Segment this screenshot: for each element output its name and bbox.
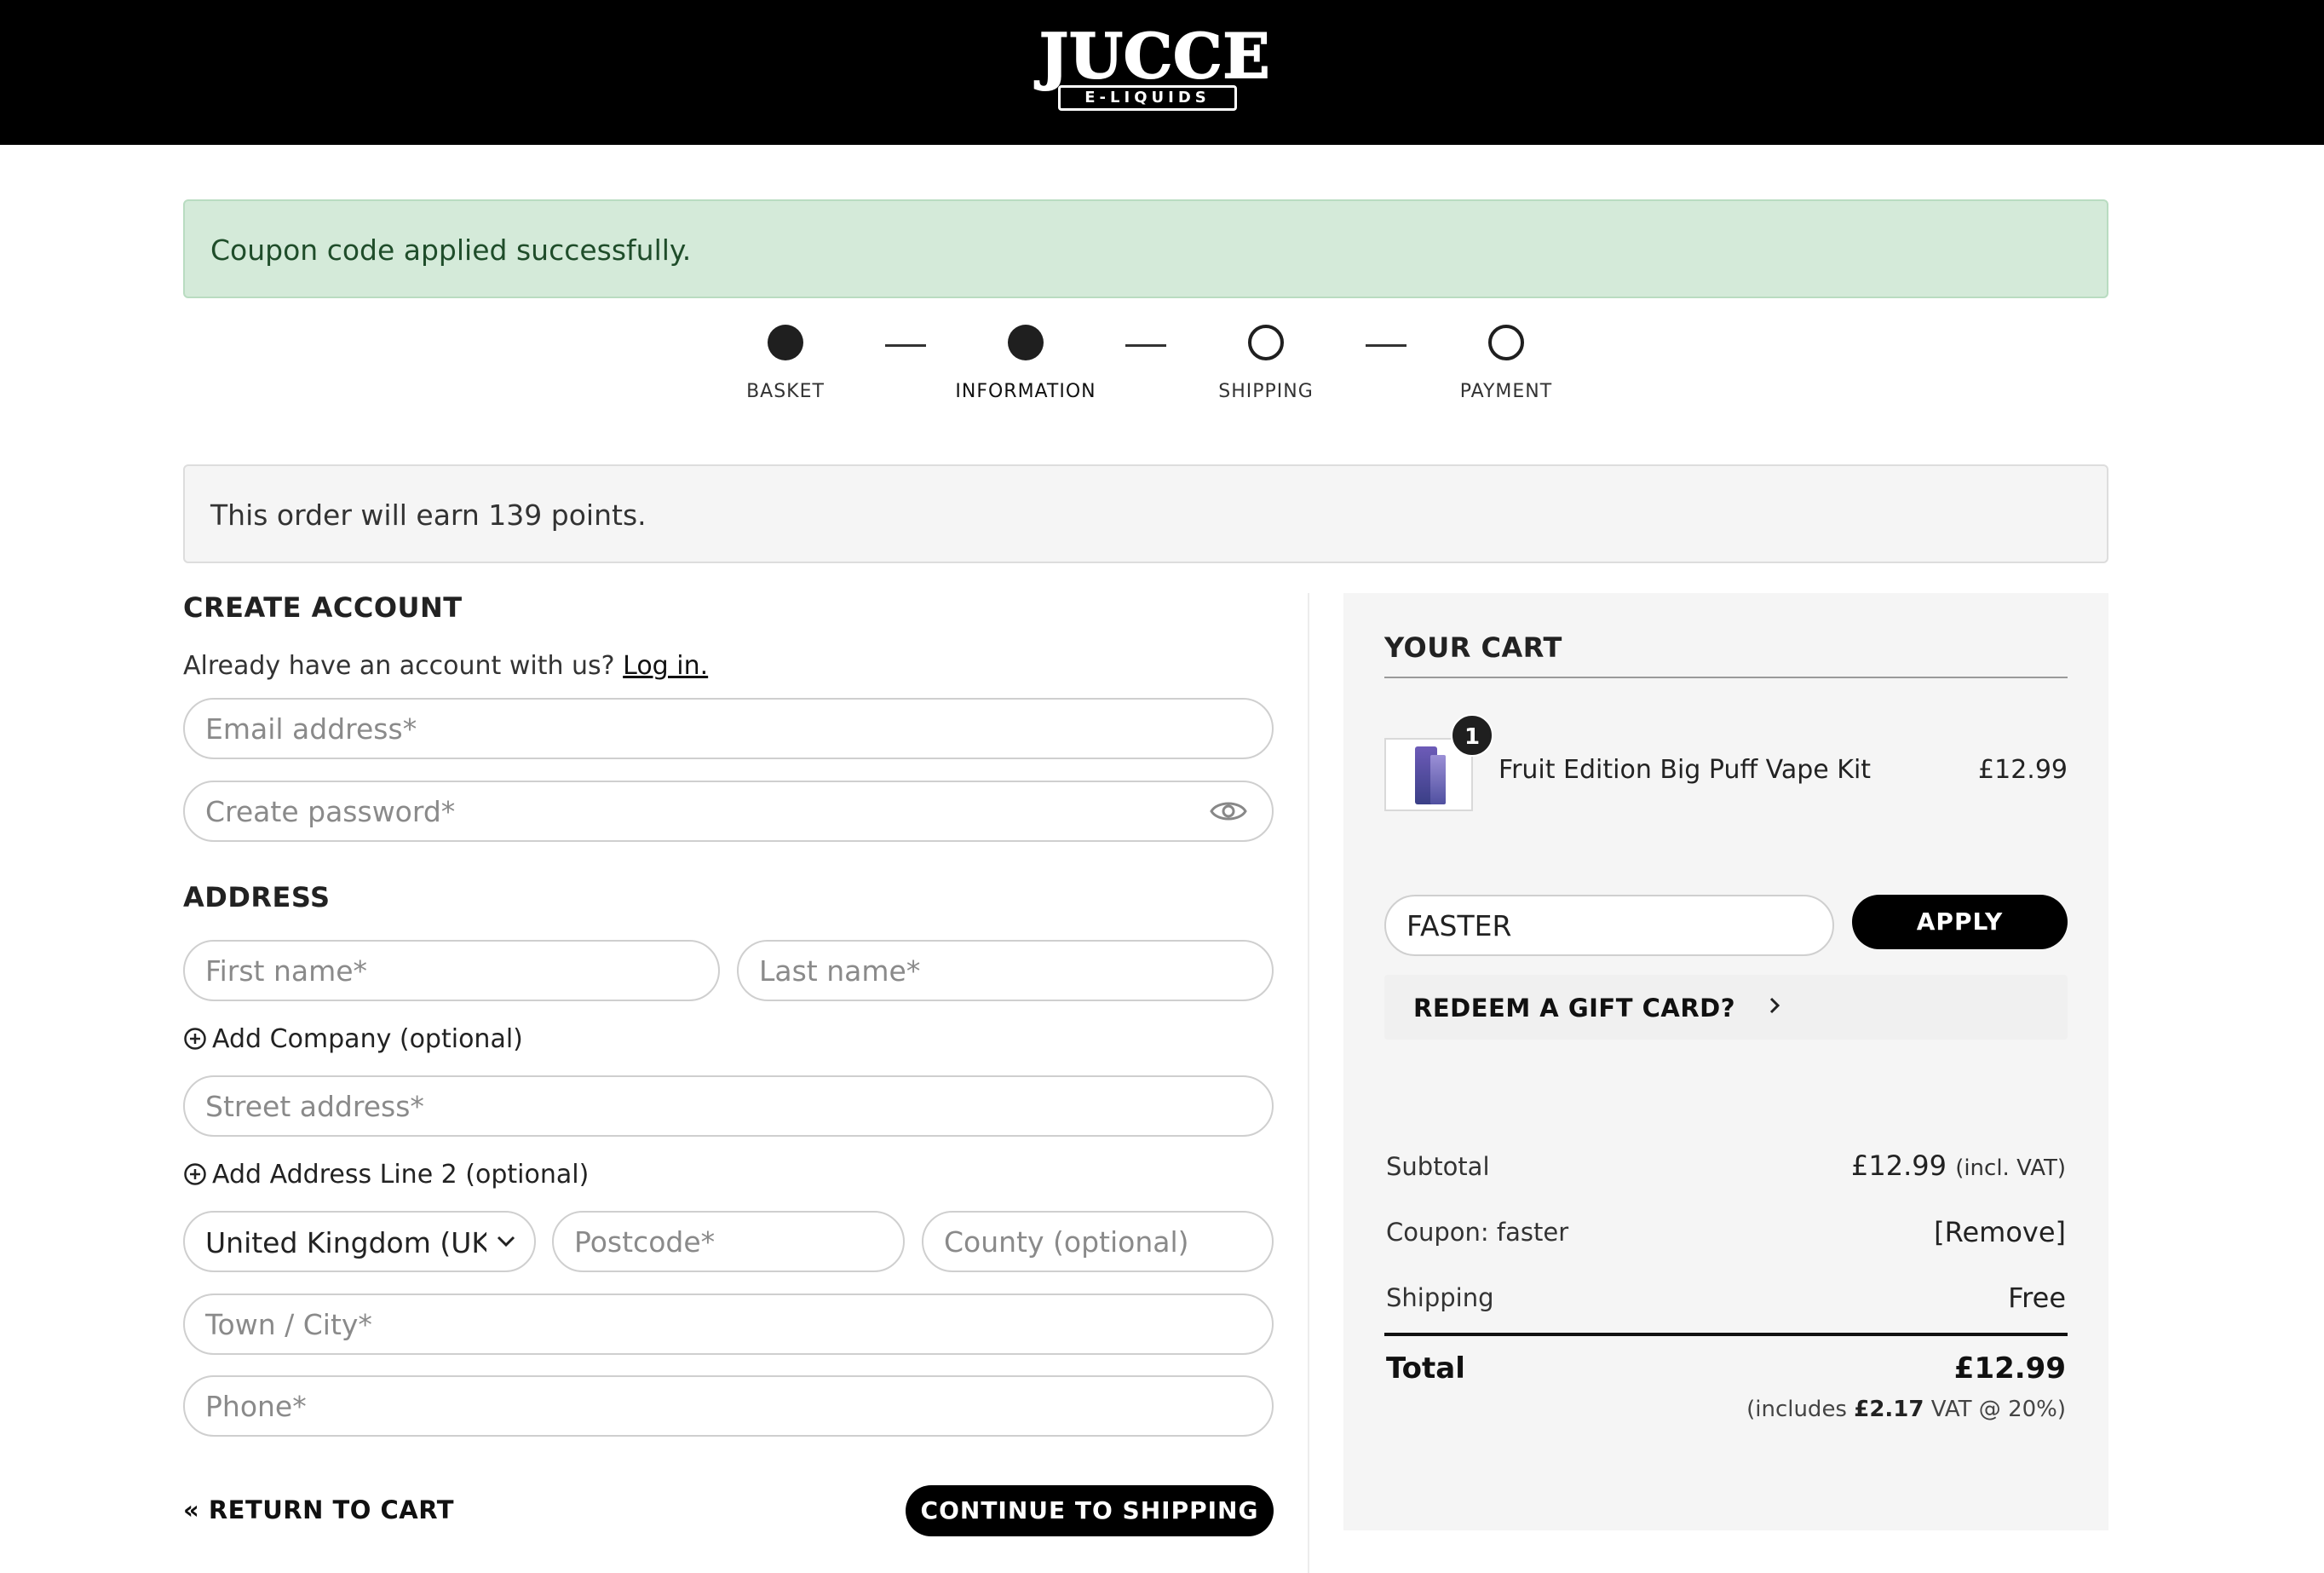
column-divider [1308,593,1309,1573]
first-name-input[interactable] [205,942,698,1000]
coupon-success-message: Coupon code applied successfully. [210,233,692,267]
eye-icon[interactable] [1209,796,1248,827]
login-link[interactable]: Log in. [623,651,708,681]
email-input[interactable] [205,700,1251,758]
last-name-input[interactable] [759,942,1251,1000]
chevron-right-icon [1769,997,1780,1014]
step-shipping-label: SHIPPING [1218,381,1314,402]
coupon-success-alert: Coupon code applied successfully. [183,199,2108,298]
total-label: Total [1386,1351,1465,1386]
last-name-field[interactable] [737,940,1274,1001]
total-value: £12.99 [1953,1351,2066,1386]
vat-note-prefix: (includes [1746,1397,1847,1422]
first-name-field[interactable] [183,940,720,1001]
login-prompt-text: Already have an account with us? [183,651,615,681]
subtotal-label: Subtotal [1386,1152,1490,1181]
shipping-value: Free [2008,1282,2066,1314]
country-select-value: United Kingdom (UK) [205,1226,486,1259]
create-account-heading: CREATE ACCOUNT [183,591,463,624]
vat-note-suffix: VAT @ 20%) [1930,1397,2066,1422]
cart-item-price: £12.99 [1978,755,2068,785]
phone-input[interactable] [205,1377,1251,1435]
postcode-field[interactable] [552,1211,905,1272]
redeem-gift-card-toggle[interactable]: REDEEM A GIFT CARD? [1384,975,2068,1040]
add-company-label: Add Company (optional) [212,1024,523,1054]
logo-subtitle: E-LIQUIDS [1058,85,1237,111]
plus-circle-icon [184,1028,206,1050]
add-company-link[interactable]: Add Company (optional) [183,1024,523,1054]
total-divider [1384,1333,2068,1336]
password-field[interactable] [183,781,1274,842]
redeem-gift-card-label: REDEEM A GIFT CARD? [1413,994,1736,1023]
cart-title: YOUR CART [1384,631,1562,664]
site-header: JUCCE E-LIQUIDS [0,0,2324,145]
street-field[interactable] [183,1075,1274,1137]
town-field[interactable] [183,1294,1274,1355]
chevron-down-icon [497,1236,515,1247]
continue-to-shipping-button[interactable]: CONTINUE TO SHIPPING [906,1485,1274,1536]
apply-coupon-button[interactable]: APPLY [1852,895,2068,949]
postcode-input[interactable] [574,1213,883,1270]
subtotal-value: £12.99 (incl. VAT) [1851,1150,2066,1182]
step-connector [885,344,926,347]
coupon-summary-label: Coupon: faster [1386,1218,1569,1247]
points-message: This order will earn 139 points. [210,498,647,532]
county-field[interactable] [922,1211,1274,1272]
step-payment-label: PAYMENT [1459,381,1553,402]
email-field[interactable] [183,698,1274,759]
street-input[interactable] [205,1077,1251,1135]
cart-item-name: Fruit Edition Big Puff Vape Kit [1499,755,1872,785]
remove-coupon-link[interactable]: [Remove] [1934,1216,2066,1248]
address-heading: ADDRESS [183,881,331,913]
town-input[interactable] [205,1295,1251,1353]
step-information-dot [1008,325,1044,360]
cart-panel: YOUR CART 1 Fruit Edition Big Puff Vape … [1343,593,2108,1530]
county-input[interactable] [944,1213,1251,1270]
step-information-label: INFORMATION [955,381,1096,402]
coupon-input[interactable] [1406,896,1815,954]
step-shipping-dot [1248,325,1284,360]
subtotal-amount: £12.99 [1851,1150,1947,1182]
vat-note: (includes £2.17 VAT @ 20%) [1746,1397,2066,1422]
quantity-badge: 1 [1451,714,1493,757]
brand-logo[interactable]: JUCCE E-LIQUIDS [1038,20,1271,114]
points-notice: This order will earn 139 points. [183,464,2108,563]
add-address-line2-label: Add Address Line 2 (optional) [212,1160,590,1190]
coupon-field[interactable] [1384,895,1834,956]
cart-title-divider [1384,677,2068,678]
login-prompt: Already have an account with us? Log in. [183,651,708,681]
step-payment-dot [1488,325,1524,360]
step-connector [1125,344,1166,347]
step-basket-label[interactable]: BASKET [675,381,896,402]
shipping-label: Shipping [1386,1283,1494,1312]
password-input[interactable] [205,782,1251,840]
country-select[interactable]: United Kingdom (UK) [183,1211,536,1272]
step-connector [1366,344,1406,347]
return-to-cart-link[interactable]: « RETURN TO CART [183,1495,454,1524]
plus-circle-icon [184,1163,206,1185]
logo-wordmark: JUCCE [1038,20,1271,92]
subtotal-vat-note: (incl. VAT) [1955,1155,2066,1181]
step-basket-dot[interactable] [768,325,803,360]
vat-amount: £2.17 [1854,1397,1924,1422]
phone-field[interactable] [183,1375,1274,1437]
product-image-device [1430,755,1446,804]
add-address-line2-link[interactable]: Add Address Line 2 (optional) [183,1160,589,1190]
